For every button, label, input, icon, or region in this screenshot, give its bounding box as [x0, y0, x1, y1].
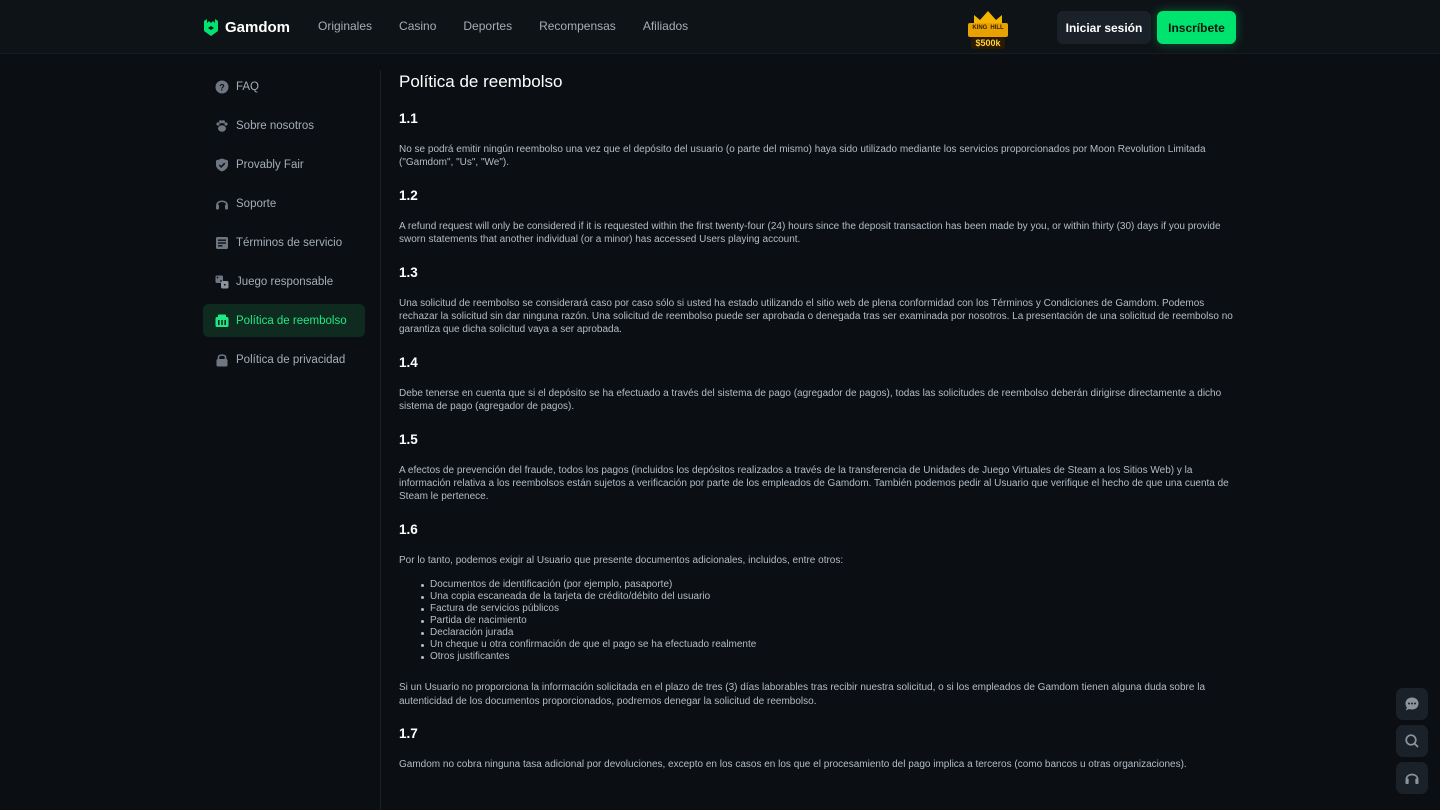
sidebar-item-provably-fair[interactable]: Provably Fair	[203, 148, 365, 181]
list-item: Factura de servicios públicos	[421, 603, 1237, 615]
section-number: 1.5	[399, 431, 418, 447]
support-button[interactable]	[1396, 762, 1428, 794]
sidebar-item-label: Juego responsable	[236, 275, 334, 288]
sidebar-item-label: Política de privacidad	[236, 353, 346, 366]
sidebar-item-sobre-nosotros[interactable]: Sobre nosotros	[203, 109, 365, 142]
list-item: Otros justificantes	[421, 651, 1237, 663]
promo-line2: HILL	[990, 25, 1004, 31]
section-text: No se podrá emitir ningún reembolso una …	[399, 144, 1206, 169]
logo[interactable]: Gamdom	[203, 16, 290, 38]
refund-icon	[215, 314, 229, 327]
sidebar-item-label: FAQ	[236, 80, 260, 93]
headset-icon	[1405, 773, 1419, 784]
sidebar-item-juego-responsable[interactable]: Juego responsable	[203, 265, 365, 298]
section-number: 1.1	[399, 111, 418, 126]
section-text: A efectos de prevención del fraude, todo…	[399, 464, 1229, 503]
list-item: Declaración jurada	[421, 627, 1237, 639]
section-text: Si un Usuario no proporciona la informac…	[399, 682, 1206, 707]
sidebar: ? FAQ Sobre nosotros Provably Fair Sopor…	[203, 70, 365, 382]
search-button[interactable]	[1396, 725, 1428, 757]
dice-icon	[215, 275, 229, 288]
document-icon	[216, 236, 228, 249]
question-icon: ?	[215, 80, 229, 93]
gamdom-logo-icon	[204, 19, 218, 36]
nav-casino[interactable]: Casino	[399, 19, 436, 33]
section-number: 1.2	[399, 187, 418, 203]
sidebar-item-label: Soporte	[236, 197, 277, 210]
section-text: Una solicitud de reembolso se considerar…	[399, 297, 1233, 336]
sidebar-divider	[380, 70, 381, 810]
login-button[interactable]: Iniciar sesión	[1057, 11, 1151, 44]
nav-deportes[interactable]: Deportes	[463, 19, 512, 33]
svg-text:?: ?	[219, 82, 225, 92]
shield-check-icon	[216, 158, 228, 171]
promo-amount: $500k	[975, 38, 1001, 48]
page-title: Política de reembolso	[399, 72, 563, 91]
headset-icon	[216, 199, 228, 209]
sidebar-item-label: Política de reembolso	[236, 314, 347, 327]
nav-recompensas[interactable]: Recompensas	[539, 19, 616, 33]
sidebar-item-terminos[interactable]: Términos de servicio	[203, 226, 365, 259]
section-number: 1.7	[399, 726, 418, 742]
sidebar-item-label: Términos de servicio	[236, 236, 343, 249]
sidebar-item-faq[interactable]: ? FAQ	[203, 70, 365, 103]
section-number: 1.4	[399, 354, 418, 370]
list-item: Una copia escaneada de la tarjeta de cré…	[421, 591, 1237, 603]
sidebar-item-label: Provably Fair	[236, 158, 304, 171]
chat-button[interactable]	[1396, 688, 1428, 720]
lock-icon	[216, 353, 228, 366]
logo-text: Gamdom	[225, 18, 291, 36]
king-of-the-hill-promo[interactable]: KING HILL $500k	[964, 7, 1012, 51]
section-number: 1.3	[399, 264, 418, 280]
section-text: Gamdom no cobra ninguna tasa adicional p…	[399, 759, 1187, 771]
promo-line1: KING	[972, 25, 987, 31]
sidebar-item-politica-privacidad[interactable]: Política de privacidad	[203, 343, 365, 376]
sidebar-item-politica-reembolso[interactable]: Política de reembolso	[203, 304, 365, 337]
list-item: Documentos de identificación (por ejempl…	[421, 579, 1237, 591]
nav-originales[interactable]: Originales	[318, 19, 372, 33]
sidebar-item-soporte[interactable]: Soporte	[203, 187, 365, 220]
documents-list: Documentos de identificación (por ejempl…	[421, 579, 1237, 663]
signup-button[interactable]: Inscríbete	[1157, 11, 1236, 44]
section-text: A refund request will only be considered…	[399, 220, 1221, 246]
main-nav: Originales Casino Deportes Recompensas A…	[318, 19, 688, 33]
paw-icon	[216, 119, 228, 132]
sidebar-item-label: Sobre nosotros	[236, 119, 314, 132]
chat-icon	[1405, 697, 1419, 711]
top-header: Gamdom Originales Casino Deportes Recomp…	[0, 0, 1440, 54]
list-item: Un cheque u otra confirmación de que el …	[421, 639, 1237, 651]
section-text: Por lo tanto, podemos exigir al Usuario …	[399, 554, 844, 566]
policy-content: Política de reembolso 1.1 No se podrá em…	[399, 72, 1237, 790]
section-text: Debe tenerse en cuenta que si el depósit…	[399, 387, 1222, 413]
list-item: Partida de nacimiento	[421, 615, 1237, 627]
search-icon	[1405, 734, 1419, 748]
nav-afiliados[interactable]: Afiliados	[643, 19, 688, 33]
section-number: 1.6	[399, 521, 418, 537]
